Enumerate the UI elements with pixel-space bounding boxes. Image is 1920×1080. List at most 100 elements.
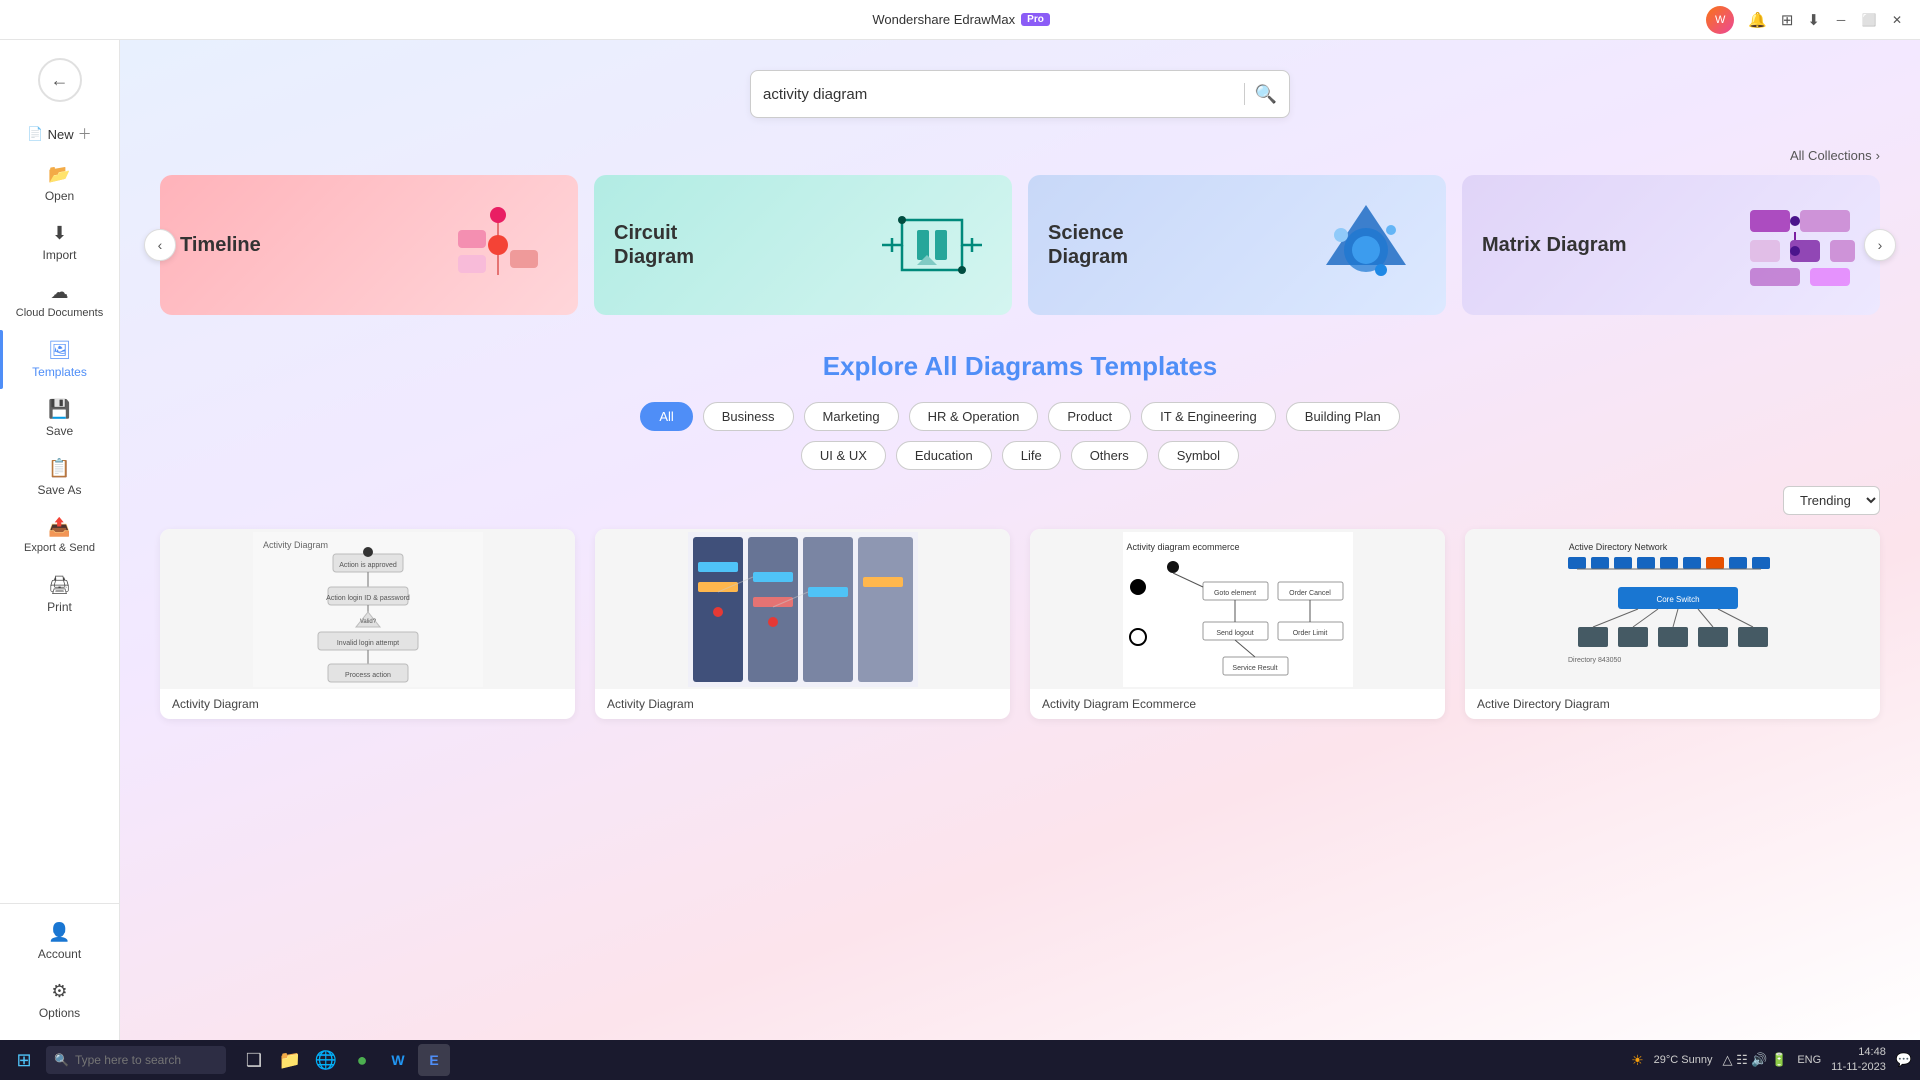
saveas-icon: 📋 bbox=[48, 458, 70, 479]
svg-text:Active Directory Network: Active Directory Network bbox=[1568, 542, 1667, 552]
svg-text:Core Switch: Core Switch bbox=[1656, 595, 1699, 604]
carousel-card-matrix[interactable]: Matrix Diagram bbox=[1462, 175, 1880, 315]
plus-icon: ＋ bbox=[78, 124, 92, 144]
taskbar-app-chrome[interactable]: ● bbox=[346, 1044, 378, 1076]
svg-text:Activity diagram ecommerce: Activity diagram ecommerce bbox=[1126, 542, 1239, 552]
avatar[interactable]: W bbox=[1706, 6, 1734, 34]
restore-button[interactable]: ⬜ bbox=[1862, 13, 1876, 27]
carousel-card-science[interactable]: ScienceDiagram bbox=[1028, 175, 1446, 315]
carousel-card-circuit-label: CircuitDiagram bbox=[614, 221, 694, 269]
back-button[interactable]: ← bbox=[38, 58, 82, 102]
taskbar-app-taskview[interactable]: ❑ bbox=[238, 1044, 270, 1076]
filter-product[interactable]: Product bbox=[1048, 402, 1131, 431]
sidebar: ← 📄 New ＋ 📂 Open ⬇ Import ☁ Cloud Docume… bbox=[0, 40, 120, 1040]
taskbar-search-icon: 🔍 bbox=[54, 1053, 69, 1067]
taskbar-search[interactable]: 🔍 bbox=[46, 1046, 226, 1074]
sort-select[interactable]: Trending Latest Popular bbox=[1783, 486, 1880, 515]
carousel-items: Timeline bbox=[160, 175, 1880, 315]
app-title: Wondershare EdrawMax bbox=[872, 12, 1015, 27]
carousel-card-circuit[interactable]: CircuitDiagram bbox=[594, 175, 1012, 315]
carousel-header: All Collections › bbox=[160, 148, 1880, 163]
sidebar-item-export[interactable]: 📤 Export & Send bbox=[0, 507, 119, 565]
filter-building[interactable]: Building Plan bbox=[1286, 402, 1400, 431]
filter-all[interactable]: All bbox=[640, 402, 692, 431]
minimize-button[interactable]: ─ bbox=[1834, 13, 1848, 27]
sidebar-options-label: Options bbox=[39, 1006, 80, 1020]
svg-text:Activity Diagram: Activity Diagram bbox=[263, 540, 328, 550]
filter-education[interactable]: Education bbox=[896, 441, 992, 470]
sidebar-item-print[interactable]: 🖨 Print bbox=[0, 565, 119, 624]
sidebar-cloud-label: Cloud Documents bbox=[16, 307, 103, 320]
filter-others[interactable]: Others bbox=[1071, 441, 1148, 470]
taskbar-language: ENG bbox=[1797, 1054, 1821, 1066]
taskbar-apps: ❑ 📁 🌐 ● W E bbox=[238, 1044, 450, 1076]
template-card-ecommerce-img: Activity diagram ecommerce Goto element … bbox=[1030, 529, 1445, 689]
taskbar-search-input[interactable] bbox=[75, 1053, 215, 1067]
sidebar-item-open[interactable]: 📂 Open bbox=[0, 154, 119, 213]
options-icon: ⚙ bbox=[51, 981, 67, 1002]
sidebar-item-cloud[interactable]: ☁ Cloud Documents bbox=[0, 272, 119, 330]
sidebar-item-options[interactable]: ⚙ Options bbox=[0, 971, 119, 1030]
title-bar: Wondershare EdrawMax Pro W 🔔 ⊞ ⬇ ─ ⬜ ✕ bbox=[0, 0, 1920, 40]
close-button[interactable]: ✕ bbox=[1890, 13, 1904, 27]
taskbar-app-explorer[interactable]: 📁 bbox=[274, 1044, 306, 1076]
sidebar-item-templates[interactable]: 🖼 Templates bbox=[0, 330, 119, 389]
carousel-next-button[interactable]: › bbox=[1864, 229, 1896, 261]
taskbar-start[interactable]: ⊞ bbox=[8, 1044, 40, 1076]
carousel-prev-button[interactable]: ‹ bbox=[144, 229, 176, 261]
taskbar-notification[interactable]: 💬 bbox=[1896, 1052, 1912, 1068]
template-grid: Activity Diagram Action is approved Acti… bbox=[160, 529, 1880, 719]
sidebar-item-import[interactable]: ⬇ Import bbox=[0, 213, 119, 272]
template-card-activity-2[interactable]: Activity Diagram bbox=[595, 529, 1010, 719]
search-input[interactable] bbox=[763, 86, 1234, 103]
taskbar-app-word[interactable]: W bbox=[382, 1044, 414, 1076]
grid-icon[interactable]: ⊞ bbox=[1781, 11, 1794, 29]
filter-symbol[interactable]: Symbol bbox=[1158, 441, 1239, 470]
all-collections-label: All Collections bbox=[1790, 148, 1872, 163]
all-collections-link[interactable]: All Collections › bbox=[1790, 148, 1880, 163]
search-divider bbox=[1244, 83, 1245, 105]
sidebar-item-save[interactable]: 💾 Save bbox=[0, 389, 119, 448]
template-card-activity-1[interactable]: Activity Diagram Action is approved Acti… bbox=[160, 529, 575, 719]
template-card-ecommerce[interactable]: Activity diagram ecommerce Goto element … bbox=[1030, 529, 1445, 719]
taskbar-clock: 14:48 bbox=[1831, 1045, 1886, 1060]
filter-marketing[interactable]: Marketing bbox=[804, 402, 899, 431]
sidebar-item-saveas[interactable]: 📋 Save As bbox=[0, 448, 119, 507]
template-card-activity-1-img: Activity Diagram Action is approved Acti… bbox=[160, 529, 575, 689]
sidebar-save-label: Save bbox=[46, 424, 73, 438]
filter-it[interactable]: IT & Engineering bbox=[1141, 402, 1276, 431]
carousel-card-timeline[interactable]: Timeline bbox=[160, 175, 578, 315]
download-icon[interactable]: ⬇ bbox=[1807, 11, 1820, 29]
svg-text:Service Result: Service Result bbox=[1232, 665, 1277, 672]
filter-row-1: All Business Marketing HR & Operation Pr… bbox=[160, 402, 1880, 431]
import-icon: ⬇ bbox=[52, 223, 67, 244]
weather-icon: ☀ bbox=[1631, 1052, 1644, 1069]
sidebar-item-account[interactable]: 👤 Account bbox=[0, 912, 119, 971]
content-area: 🔍 All Collections › ‹ Timeline bbox=[120, 40, 1920, 1040]
open-icon: 📂 bbox=[48, 164, 70, 185]
carousel-card-matrix-label: Matrix Diagram bbox=[1482, 233, 1627, 257]
svg-text:Action login ID & password: Action login ID & password bbox=[326, 595, 410, 602]
sidebar-export-label: Export & Send bbox=[24, 542, 95, 555]
sidebar-import-label: Import bbox=[42, 248, 76, 262]
explore-title: Explore All Diagrams Templates bbox=[160, 351, 1880, 382]
sidebar-new-label: New bbox=[48, 127, 74, 142]
notification-icon[interactable]: 🔔 bbox=[1748, 11, 1767, 29]
sidebar-item-new[interactable]: 📄 New ＋ bbox=[0, 114, 119, 154]
svg-text:Valid?: Valid? bbox=[359, 619, 376, 625]
search-button[interactable]: 🔍 bbox=[1255, 84, 1277, 105]
weather-text: 29°C Sunny bbox=[1654, 1054, 1713, 1066]
search-wrap: 🔍 bbox=[160, 70, 1880, 118]
filter-business[interactable]: Business bbox=[703, 402, 794, 431]
template-card-directory[interactable]: Active Directory Network bbox=[1465, 529, 1880, 719]
taskbar-app-edge[interactable]: 🌐 bbox=[310, 1044, 342, 1076]
carousel-card-matrix-img bbox=[1740, 195, 1860, 295]
main-layout: ← 📄 New ＋ 📂 Open ⬇ Import ☁ Cloud Docume… bbox=[0, 40, 1920, 1040]
sidebar-open-label: Open bbox=[45, 189, 74, 203]
new-icon: 📄 bbox=[27, 126, 43, 142]
search-bar: 🔍 bbox=[750, 70, 1290, 118]
taskbar-app-edraw[interactable]: E bbox=[418, 1044, 450, 1076]
filter-hr[interactable]: HR & Operation bbox=[909, 402, 1039, 431]
filter-ui[interactable]: UI & UX bbox=[801, 441, 886, 470]
filter-life[interactable]: Life bbox=[1002, 441, 1061, 470]
